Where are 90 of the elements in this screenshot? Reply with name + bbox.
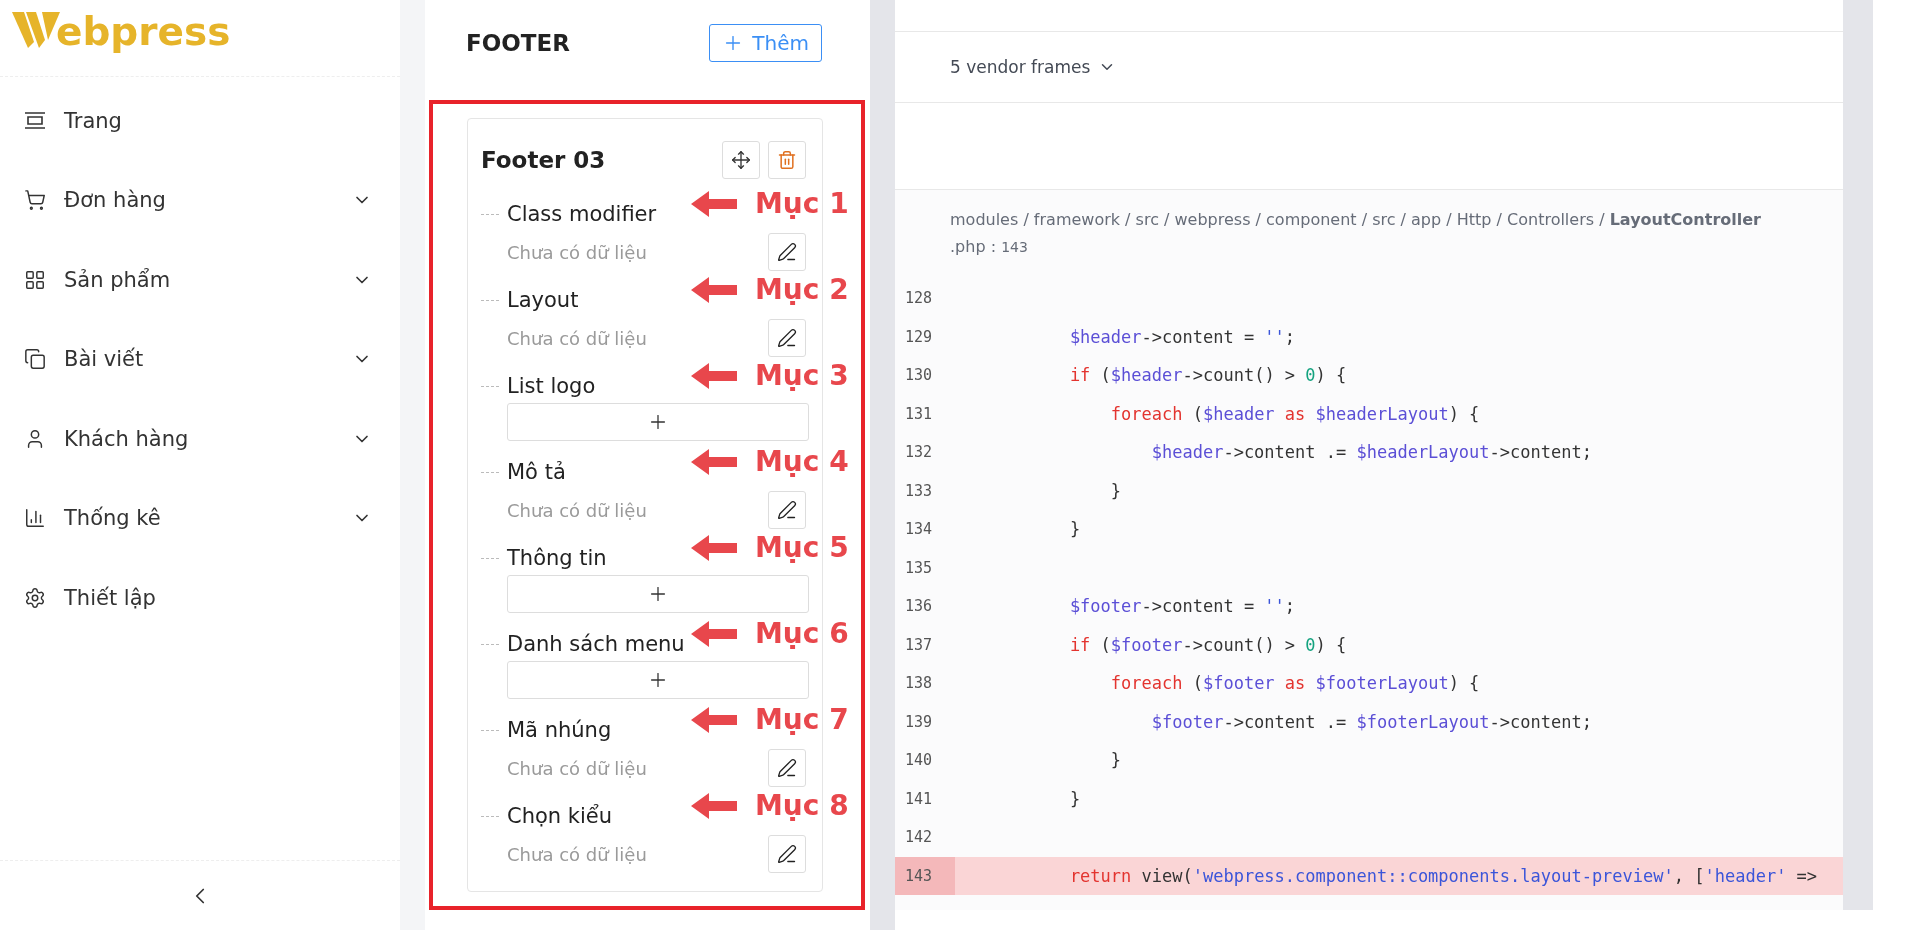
edit-button[interactable] [768,835,806,873]
vendor-frames-toggle[interactable]: 5 vendor frames [950,57,1091,77]
annotation-label: Mục 4 [755,445,849,478]
move-button[interactable] [722,141,760,179]
nav-item[interactable]: Trang [0,81,400,161]
line-number: 131 [904,403,934,425]
edit-button[interactable] [768,319,806,357]
panel-title: FOOTER [466,29,570,56]
settings-icon [24,586,46,609]
nav-item[interactable]: Bài viết [0,319,400,399]
code-text: } [1109,750,1122,771]
empty-value: Chưa có dữ liệu [507,327,647,349]
nav-item[interactable]: Sản phẩm [0,240,400,320]
line-number: 143 [895,856,955,895]
line-number: 138 [904,673,934,695]
arrow-icon [691,447,737,476]
line-number: 135 [904,557,934,579]
line-number: 132 [904,442,934,464]
code-text: return view('webpress.component::components.layout-preview', ['header' => [1068,865,1818,886]
code-text: $header->content = ''; [1068,326,1296,347]
cart-icon [24,189,46,212]
empty-value: Chưa có dữ liệu [507,843,647,865]
line-number: 134 [904,519,934,541]
trash-icon [777,150,797,170]
field-label: Layout [507,288,579,312]
annotation-label: Mục 5 [755,531,849,564]
grid-icon [24,268,46,291]
pencil-icon [777,242,797,262]
code-text: } [1068,519,1081,540]
edit-button[interactable] [768,491,806,529]
page-icon [24,112,46,130]
arrow-icon [691,619,737,648]
code-text: $header->content .= $headerLayout->content; [1150,442,1592,463]
code-text: } [1109,480,1122,501]
code-text: foreach ($header as $headerLayout) { [1109,403,1480,424]
arrow-icon [691,189,737,218]
line-number: 141 [904,788,934,810]
field-label: Chọn kiểu [507,804,613,828]
code-text: $footer->content .= $footerLayout->content; [1150,711,1592,732]
field-label: Mô tả [507,460,566,484]
bar-chart-icon [24,507,46,530]
line-number: 142 [904,827,934,849]
line-number: 130 [904,365,934,387]
line-number: 139 [904,711,934,733]
nav-item[interactable]: Đơn hàng [0,160,400,240]
arrow-icon [691,705,737,734]
code-text: } [1068,788,1081,809]
field-label: Mã nhúng [507,718,612,742]
arrow-icon [691,791,737,820]
arrow-icon [691,275,737,304]
line-number: 136 [904,596,934,618]
annotation-label: Mục 6 [755,617,849,650]
annotation-label: Mục 1 [755,187,849,220]
field-label: Danh sách menu [507,632,685,656]
line-number: 129 [904,326,934,348]
file-path: modules / framework / src / webpress / component / src / app / Http / Controllers / LayoutController .php : 143 [950,209,1762,258]
arrow-icon [691,361,737,390]
edit-button[interactable] [768,233,806,271]
annotation-label: Mục 3 [755,359,849,392]
annotation-label: Mục 7 [755,703,849,736]
edit-button[interactable] [768,749,806,787]
code-text: foreach ($footer as $footerLayout) { [1109,673,1480,694]
card-title: Footer 03 [481,147,606,173]
field-label: List logo [507,374,596,398]
annotation-label: Mục 2 [755,273,849,306]
logo-text: ebpress [56,10,231,54]
code-text: $footer->content = ''; [1068,596,1296,617]
line-number: 128 [904,288,934,310]
code-text: if ($footer->count() > 0) { [1068,634,1347,655]
field-label: Thông tin [507,546,607,570]
pencil-icon [777,758,797,778]
annotation-label: Mục 8 [755,789,849,822]
delete-button[interactable] [768,141,806,179]
arrow-icon [691,533,737,562]
nav-item[interactable]: Thống kê [0,478,400,558]
empty-value: Chưa có dữ liệu [507,757,647,779]
line-number: 133 [904,480,934,502]
line-number: 137 [904,634,934,656]
nav-item[interactable]: Thiết lập [0,558,400,638]
empty-value: Chưa có dữ liệu [507,241,647,263]
nav-item[interactable]: Khách hàng [0,399,400,479]
pencil-icon [777,844,797,864]
pencil-icon [777,500,797,520]
pencil-icon [777,328,797,348]
move-icon [731,150,751,170]
field-label: Class modifier [507,202,657,226]
documents-icon [24,348,46,371]
empty-value: Chưa có dữ liệu [507,499,647,521]
code-text: if ($header->count() > 0) { [1068,365,1347,386]
line-number: 140 [904,750,934,772]
